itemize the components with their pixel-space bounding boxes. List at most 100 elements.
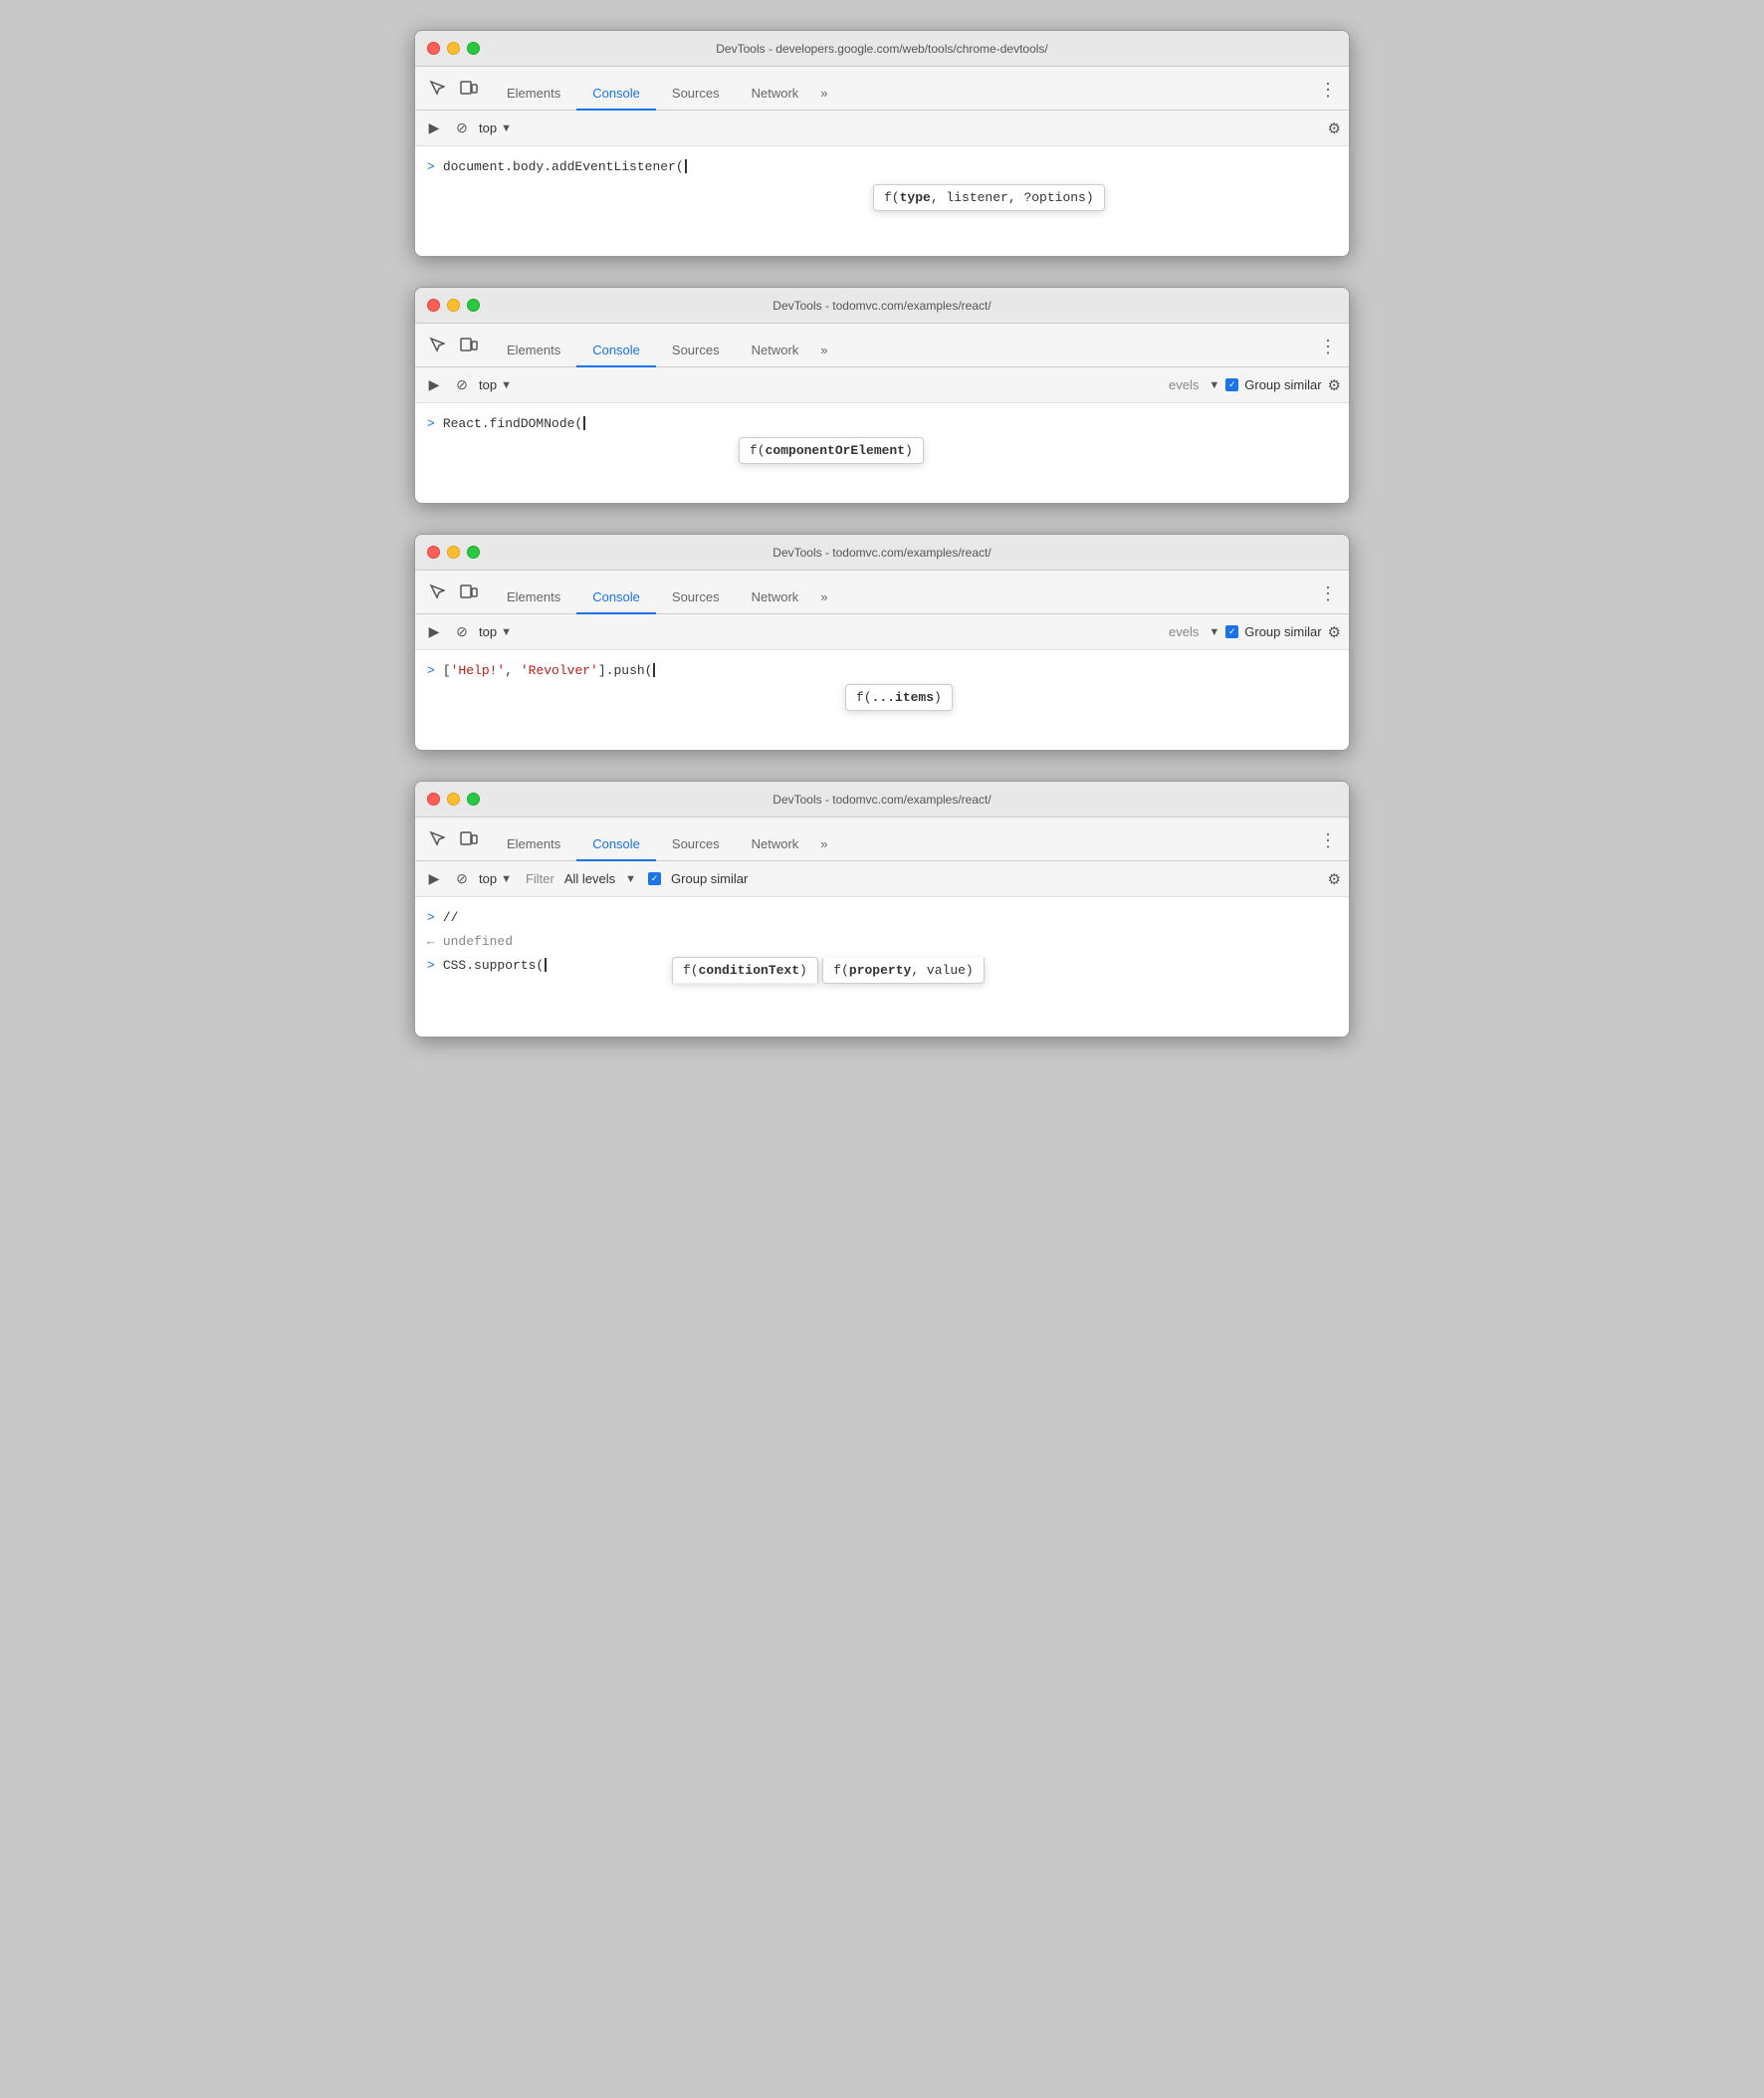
kebab-menu[interactable]: ⋮	[1319, 583, 1341, 613]
settings-icon[interactable]: ⚙	[1328, 623, 1341, 641]
run-icon[interactable]: ▶	[423, 868, 445, 890]
group-similar-label: Group similar	[1244, 377, 1321, 392]
param-bold: type	[900, 190, 931, 205]
tab-console[interactable]: Console	[576, 828, 656, 861]
tab-elements[interactable]: Elements	[491, 335, 576, 367]
close-button[interactable]	[427, 42, 440, 55]
devtools-window-4: DevTools - todomvc.com/examples/react/ E…	[414, 781, 1350, 1038]
tab-elements[interactable]: Elements	[491, 828, 576, 861]
tab-more[interactable]: »	[814, 582, 833, 613]
run-icon[interactable]: ▶	[423, 621, 445, 643]
tab-network[interactable]: Network	[736, 828, 815, 861]
console-toolbar-3: ▶ ⊘ top ▼ evels ▼ Group similar ⚙	[415, 614, 1349, 650]
tab-sources[interactable]: Sources	[656, 335, 736, 367]
minimize-button[interactable]	[447, 42, 460, 55]
device-toggle-icon[interactable]	[455, 578, 483, 605]
run-icon[interactable]: ▶	[423, 374, 445, 396]
clear-icon[interactable]: ⊘	[451, 621, 473, 643]
tab-elements[interactable]: Elements	[491, 582, 576, 614]
close-button[interactable]	[427, 546, 440, 559]
console-input-text[interactable]: ['Help!', 'Revolver'].push(	[443, 663, 656, 678]
settings-icon[interactable]: ⚙	[1328, 119, 1341, 137]
context-value: top	[479, 120, 497, 135]
tab-sources[interactable]: Sources	[656, 78, 736, 111]
minimize-button[interactable]	[447, 299, 460, 312]
run-icon[interactable]: ▶	[423, 117, 445, 139]
device-toggle-icon[interactable]	[455, 331, 483, 358]
maximize-button[interactable]	[467, 42, 480, 55]
minimize-button[interactable]	[447, 546, 460, 559]
window-title: DevTools - todomvc.com/examples/react/	[772, 546, 991, 560]
kebab-menu[interactable]: ⋮	[1319, 80, 1341, 110]
tab-more[interactable]: »	[814, 78, 833, 110]
device-toggle-icon[interactable]	[455, 824, 483, 852]
tab-more[interactable]: »	[814, 335, 833, 366]
traffic-lights-3	[427, 546, 480, 559]
console-input-text[interactable]: document.body.addEventListener(	[443, 159, 687, 174]
kebab-menu[interactable]: ⋮	[1319, 337, 1341, 366]
traffic-lights-4	[427, 793, 480, 806]
tab-elements[interactable]: Elements	[491, 78, 576, 111]
console-input-text[interactable]: CSS.supports(	[443, 958, 547, 973]
tab-more[interactable]: »	[814, 828, 833, 860]
context-arrow: ▼	[501, 122, 512, 134]
window-title: DevTools - todomvc.com/examples/react/	[772, 299, 991, 313]
console-line-2: ← undefined	[415, 929, 1349, 953]
prompt-icon: >	[427, 416, 435, 431]
group-checkbox[interactable]	[1225, 378, 1238, 391]
autocomplete-tooltip-4b: f(property, value)	[822, 958, 984, 984]
kebab-menu[interactable]: ⋮	[1319, 830, 1341, 860]
tab-console[interactable]: Console	[576, 582, 656, 614]
group-checkbox[interactable]	[648, 872, 661, 885]
maximize-button[interactable]	[467, 299, 480, 312]
maximize-button[interactable]	[467, 793, 480, 806]
console-content-4: > // ← undefined > CSS.supports( f(condi…	[415, 897, 1349, 1037]
context-value: top	[479, 624, 497, 639]
maximize-button[interactable]	[467, 546, 480, 559]
inspect-icon[interactable]	[423, 74, 451, 102]
toolbar-icons-4	[423, 824, 483, 860]
settings-icon[interactable]: ⚙	[1328, 376, 1341, 394]
output-arrow: ←	[427, 934, 435, 949]
console-toolbar-1: ▶ ⊘ top ▼ ⚙	[415, 111, 1349, 146]
tab-console[interactable]: Console	[576, 78, 656, 111]
console-content-3: > ['Help!', 'Revolver'].push( f(...items…	[415, 650, 1349, 750]
tab-sources[interactable]: Sources	[656, 828, 736, 861]
clear-icon[interactable]: ⊘	[451, 374, 473, 396]
console-input-text[interactable]: //	[443, 910, 459, 925]
close-button[interactable]	[427, 793, 440, 806]
tab-network[interactable]: Network	[736, 78, 815, 111]
close-button[interactable]	[427, 299, 440, 312]
clear-icon[interactable]: ⊘	[451, 868, 473, 890]
tab-sources[interactable]: Sources	[656, 582, 736, 614]
autocomplete-tooltip-3: f(...items)	[845, 684, 953, 711]
toolbar-icons-3	[423, 578, 483, 613]
levels-truncated: evels	[1169, 624, 1199, 639]
tab-network[interactable]: Network	[736, 582, 815, 614]
inspect-icon[interactable]	[423, 331, 451, 358]
group-checkbox[interactable]	[1225, 625, 1238, 638]
group-similar-label: Group similar	[1244, 624, 1321, 639]
autocomplete-tooltip-1: f(type, listener, ?options)	[873, 184, 1105, 211]
context-select[interactable]: top ▼	[479, 871, 512, 886]
context-select[interactable]: top ▼	[479, 624, 512, 639]
toolbar-icons	[423, 74, 483, 110]
settings-icon[interactable]: ⚙	[1328, 870, 1341, 888]
prompt-icon: >	[427, 910, 435, 925]
context-select[interactable]: top ▼	[479, 377, 512, 392]
inspect-icon[interactable]	[423, 578, 451, 605]
autocomplete-tooltip-4a: f(conditionText)	[672, 957, 818, 984]
console-line-1: > document.body.addEventListener(	[415, 154, 1349, 178]
context-select[interactable]: top ▼	[479, 120, 512, 135]
param-bold: ...items	[872, 690, 934, 705]
tab-console[interactable]: Console	[576, 335, 656, 367]
prompt-icon: >	[427, 958, 435, 973]
console-input-text[interactable]: React.findDOMNode(	[443, 416, 585, 431]
tab-network[interactable]: Network	[736, 335, 815, 367]
device-toggle-icon[interactable]	[455, 74, 483, 102]
minimize-button[interactable]	[447, 793, 460, 806]
title-bar-2: DevTools - todomvc.com/examples/react/	[415, 288, 1349, 324]
inspect-icon[interactable]	[423, 824, 451, 852]
clear-icon[interactable]: ⊘	[451, 117, 473, 139]
autocomplete-tooltip-2: f(componentOrElement)	[739, 437, 924, 464]
